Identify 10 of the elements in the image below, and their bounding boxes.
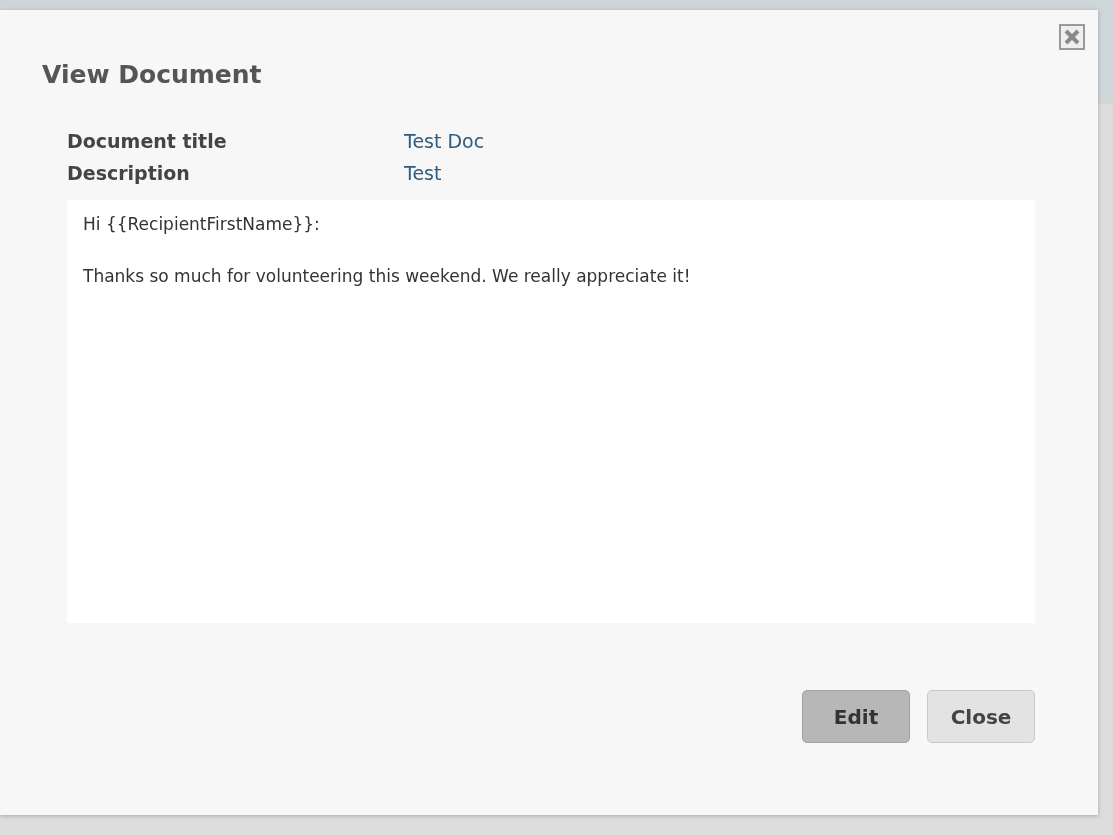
dialog-title: View Document [42,59,263,91]
edit-button[interactable]: Edit [802,690,910,743]
field-value: Test Doc [404,129,486,154]
field-value: Test [404,161,443,186]
field-label: Document title [67,129,228,154]
body-text: Hi {{RecipientFirstName}}: [83,213,321,236]
body-text: Thanks so much for volunteering this weekend. We really appreciate it! [83,265,692,288]
close-button[interactable]: Close [927,690,1035,743]
field-label: Description [67,161,191,186]
close-icon[interactable] [1059,24,1085,50]
